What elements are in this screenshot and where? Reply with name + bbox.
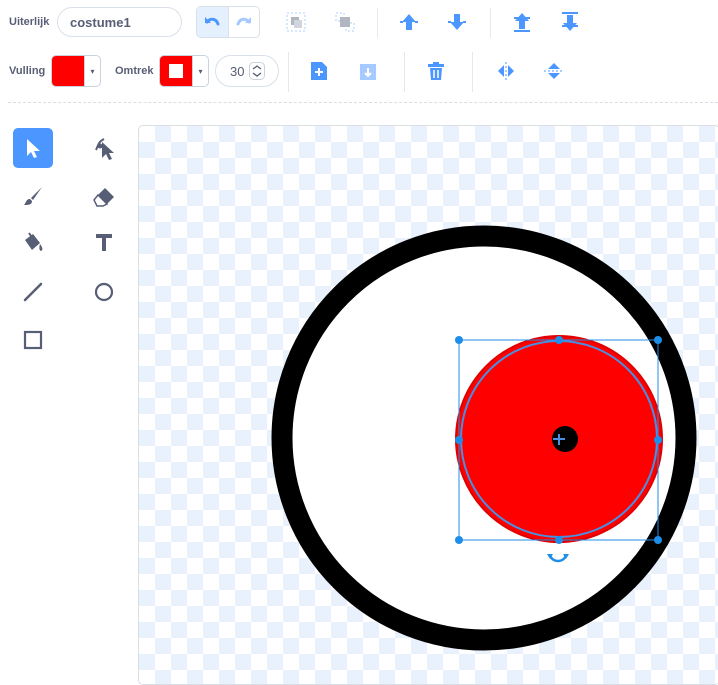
move-backward-icon <box>448 14 466 30</box>
delete-button[interactable] <box>420 55 452 87</box>
forward-button[interactable] <box>393 6 425 38</box>
ungroup-icon <box>335 12 355 32</box>
stroke-width-input[interactable]: 30 <box>215 55 279 87</box>
fill-label: Vulling <box>9 65 46 77</box>
copy-button[interactable] <box>303 55 335 87</box>
select-tool[interactable] <box>13 128 53 168</box>
separator <box>377 8 378 38</box>
fill-tool[interactable] <box>13 222 53 262</box>
paste-icon <box>360 64 376 80</box>
flip-horizontal-button[interactable] <box>490 55 522 87</box>
stroke-width-value: 30 <box>230 63 245 79</box>
redo-button[interactable] <box>227 7 260 37</box>
move-front-icon <box>514 13 530 32</box>
stepper-icon <box>249 62 265 80</box>
flip-horizontal-icon <box>498 62 514 80</box>
move-back-icon <box>562 12 578 31</box>
arrow-cursor-icon <box>27 139 40 158</box>
costume-name-input[interactable] <box>57 7 182 37</box>
brush-icon <box>24 187 42 205</box>
undo-redo-group <box>196 6 260 38</box>
group-button[interactable] <box>280 6 312 38</box>
ungroup-button[interactable] <box>329 6 361 38</box>
rectangle-icon <box>23 330 43 350</box>
separator <box>490 8 491 38</box>
rectangle-tool[interactable] <box>13 320 53 360</box>
trash-icon <box>428 62 444 80</box>
separator <box>472 52 473 92</box>
outline-color-picker[interactable]: ▾ <box>159 55 209 87</box>
group-icon <box>286 12 306 32</box>
undo-icon <box>205 17 220 26</box>
outline-caret-icon: ▾ <box>192 56 208 86</box>
reshape-tool[interactable] <box>84 128 124 168</box>
fill-color-picker[interactable]: ▾ <box>51 55 101 87</box>
line-icon <box>23 282 43 302</box>
separator <box>288 52 289 92</box>
eraser-icon <box>93 188 114 207</box>
canvas-drawing <box>271 225 697 651</box>
fill-swatch <box>52 56 84 86</box>
brush-tool[interactable] <box>13 176 53 216</box>
outline-label: Omtrek <box>115 65 154 77</box>
flip-vertical-icon <box>544 63 564 79</box>
toolbar-divider <box>8 102 718 103</box>
eraser-tool[interactable] <box>84 176 124 216</box>
copy-icon <box>311 62 327 80</box>
front-button[interactable] <box>506 6 538 38</box>
move-forward-icon <box>400 14 418 30</box>
paint-canvas[interactable] <box>138 125 718 685</box>
fill-caret-icon: ▾ <box>84 56 100 86</box>
flip-vertical-button[interactable] <box>538 55 570 87</box>
circle-icon <box>94 282 114 302</box>
undo-button[interactable] <box>197 7 228 37</box>
back-button[interactable] <box>554 6 586 38</box>
redo-icon <box>236 17 251 26</box>
reshape-icon <box>95 138 114 160</box>
separator <box>404 52 405 92</box>
paste-button[interactable] <box>352 55 384 87</box>
backward-button[interactable] <box>441 6 473 38</box>
text-tool[interactable] <box>84 222 124 262</box>
circle-tool[interactable] <box>84 272 124 312</box>
outline-swatch <box>160 56 192 86</box>
costume-label: Uiterlijk <box>9 16 50 28</box>
line-tool[interactable] <box>13 272 53 312</box>
text-t-icon <box>96 234 112 251</box>
paint-bucket-icon <box>25 232 43 251</box>
